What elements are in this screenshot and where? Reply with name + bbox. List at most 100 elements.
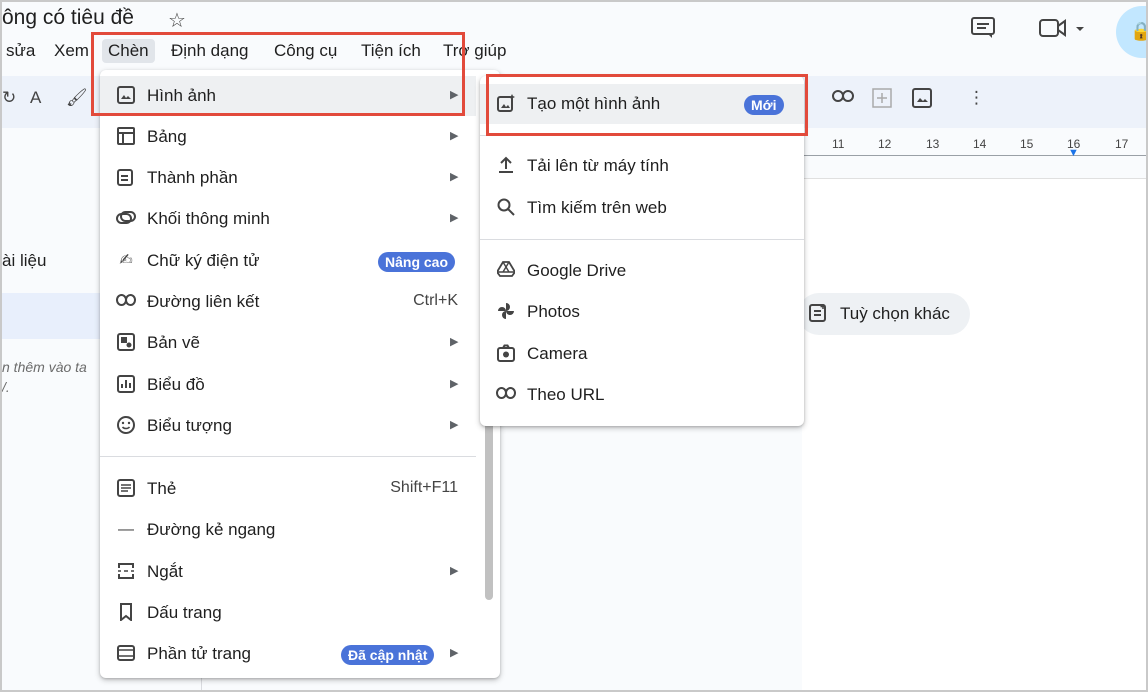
meet-icon[interactable] [1038,16,1086,45]
submenu-arrow-icon: ▶ [450,89,459,101]
indent-marker-icon[interactable]: ▼ [1068,147,1079,159]
submenu-arrow-icon: ▶ [450,336,459,348]
menu-item-label: Bảng [147,127,187,146]
menu-insert[interactable]: Chèn [102,39,155,63]
add-comment-icon[interactable] [872,88,892,113]
menu-item-link[interactable]: Đường liên kết Ctrl+K [100,282,476,322]
tab-icon [116,479,136,499]
submenu-arrow-icon: ▶ [450,171,459,183]
menu-item-horizontal-line[interactable]: — Đường kẻ ngang [100,510,476,550]
menu-item-label: Biểu tượng [147,416,232,435]
redo-icon[interactable]: ↻ [2,88,16,108]
menu-item-label: Ngắt [147,562,183,581]
generate-image-icon [496,94,516,114]
camera-icon [496,344,516,364]
table-icon [116,127,136,147]
menu-item-emoji[interactable]: Biểu tượng ▶ [100,406,476,446]
ruler-tick: 13 [926,137,940,151]
menu-item-drawing[interactable]: Bản vẽ ▶ [100,323,476,363]
submenu-item-google-drive[interactable]: Google Drive [480,251,804,291]
share-button[interactable]: 🔒 [1116,6,1146,58]
building-blocks-icon [116,168,136,188]
submenu-item-label: Theo URL [527,385,605,404]
sidebar-hint-line: n thêm vào ta [2,359,87,375]
submenu-arrow-icon: ▶ [450,378,459,390]
insert-image-icon[interactable] [912,88,932,113]
star-icon[interactable]: ☆ [168,8,186,33]
menu-item-label: Hình ảnh [147,86,216,105]
spellcheck-icon[interactable]: A [30,88,41,108]
updated-badge: Đã cập nhật [341,645,435,665]
submenu-arrow-icon: ▶ [450,647,459,659]
document-title[interactable]: ông có tiêu đề [2,6,134,30]
submenu-item-label: Photos [527,302,580,321]
menu-item-label: Chữ ký điện tử [147,251,260,270]
new-badge: Mới [744,95,784,115]
submenu-arrow-icon: ▶ [450,130,459,142]
menu-extensions[interactable]: Tiện ích [355,39,427,63]
comment-icon[interactable] [970,16,996,45]
insert-menu: Hình ảnh ▶ Bảng ▶ Thành phần ▶ Khối thôn… [100,70,500,678]
submenu-item-by-url[interactable]: Theo URL [480,375,804,415]
menu-item-label: Thành phần [147,168,238,187]
menu-item-label: Biểu đồ [147,375,205,394]
menu-item-table[interactable]: Bảng ▶ [100,117,476,157]
menu-format[interactable]: Định dạng [165,39,255,63]
lock-icon: 🔒 [1130,21,1146,42]
ruler-tick: 17 [1115,137,1129,151]
submenu-item-photos[interactable]: Photos [480,292,804,332]
submenu-item-search-web[interactable]: Tìm kiếm trên web [480,188,804,228]
menu-item-image[interactable]: Hình ảnh ▶ [100,76,476,116]
shortcut-text: Ctrl+K [413,292,458,309]
submenu-item-generate-image[interactable]: Tạo một hình ảnh Mới [480,84,804,124]
menu-item-esignature[interactable]: ✍ Chữ ký điện tử Nâng cao [100,241,476,281]
image-icon [116,86,136,106]
submenu-item-upload[interactable]: Tải lên từ máy tính [480,146,804,186]
submenu-item-camera[interactable]: Camera [480,334,804,374]
page-elements-icon [116,644,136,664]
menu-item-chart[interactable]: Biểu đồ ▶ [100,365,476,405]
more-options-label: Tuỳ chọn khác [840,304,950,323]
more-vert-icon[interactable]: ⋮ [968,88,985,108]
upgrade-badge: Nâng cao [378,252,456,272]
menu-item-page-elements[interactable]: Phần tử trang Đã cập nhật ▶ [100,634,476,674]
insert-link-icon[interactable] [832,88,854,108]
menu-item-label: Bản vẽ [147,333,200,352]
sidebar-heading: ài liệu [2,251,47,270]
document-page[interactable] [802,178,1146,690]
esignature-icon: ✍ [119,252,133,269]
smart-chips-icon [116,209,136,229]
menu-item-bookmark[interactable]: Dấu trang [100,593,476,633]
submenu-divider [480,239,804,240]
menu-item-label: Khối thông minh [147,209,270,228]
bookmark-icon [116,603,136,623]
submenu-item-label: Tạo một hình ảnh [527,94,661,113]
chart-icon [116,375,136,395]
menu-item-label: Đường liên kết [147,292,260,311]
menu-item-label: Phần tử trang [147,644,252,663]
search-icon [496,198,516,218]
menu-scrollbar[interactable] [485,420,493,600]
submenu-divider [480,135,804,136]
submenu-item-label: Camera [527,344,588,363]
menu-item-building-blocks[interactable]: Thành phần ▶ [100,158,476,198]
paint-format-icon[interactable]: 🖌 [66,88,88,108]
submenu-item-label: Tìm kiếm trên web [527,198,667,217]
menu-item-label: Thẻ [147,479,177,498]
menu-item-smart-chips[interactable]: Khối thông minh ▶ [100,199,476,239]
menu-help[interactable]: Trợ giúp [437,39,512,63]
menu-item-tab[interactable]: Thẻ Shift+F11 [100,469,476,509]
submenu-arrow-icon: ▶ [450,565,459,577]
menu-view[interactable]: Xem [48,39,95,63]
drawing-icon [116,333,136,353]
image-submenu: Tạo một hình ảnh Mới Tải lên từ máy tính… [480,76,804,426]
shortcut-text: Shift+F11 [390,479,458,496]
building-blocks-icon [808,303,828,328]
more-options-chip[interactable]: Tuỳ chọn khác [798,293,970,335]
menu-item-break[interactable]: Ngắt ▶ [100,552,476,592]
submenu-arrow-icon: ▶ [450,212,459,224]
menu-edit[interactable]: sửa [2,39,41,63]
menu-bar: sửa Xem Chèn Định dạng Công cụ Tiện ích … [2,39,602,63]
menu-tools[interactable]: Công cụ [268,39,343,63]
menu-item-label: Đường kẻ ngang [147,520,276,539]
